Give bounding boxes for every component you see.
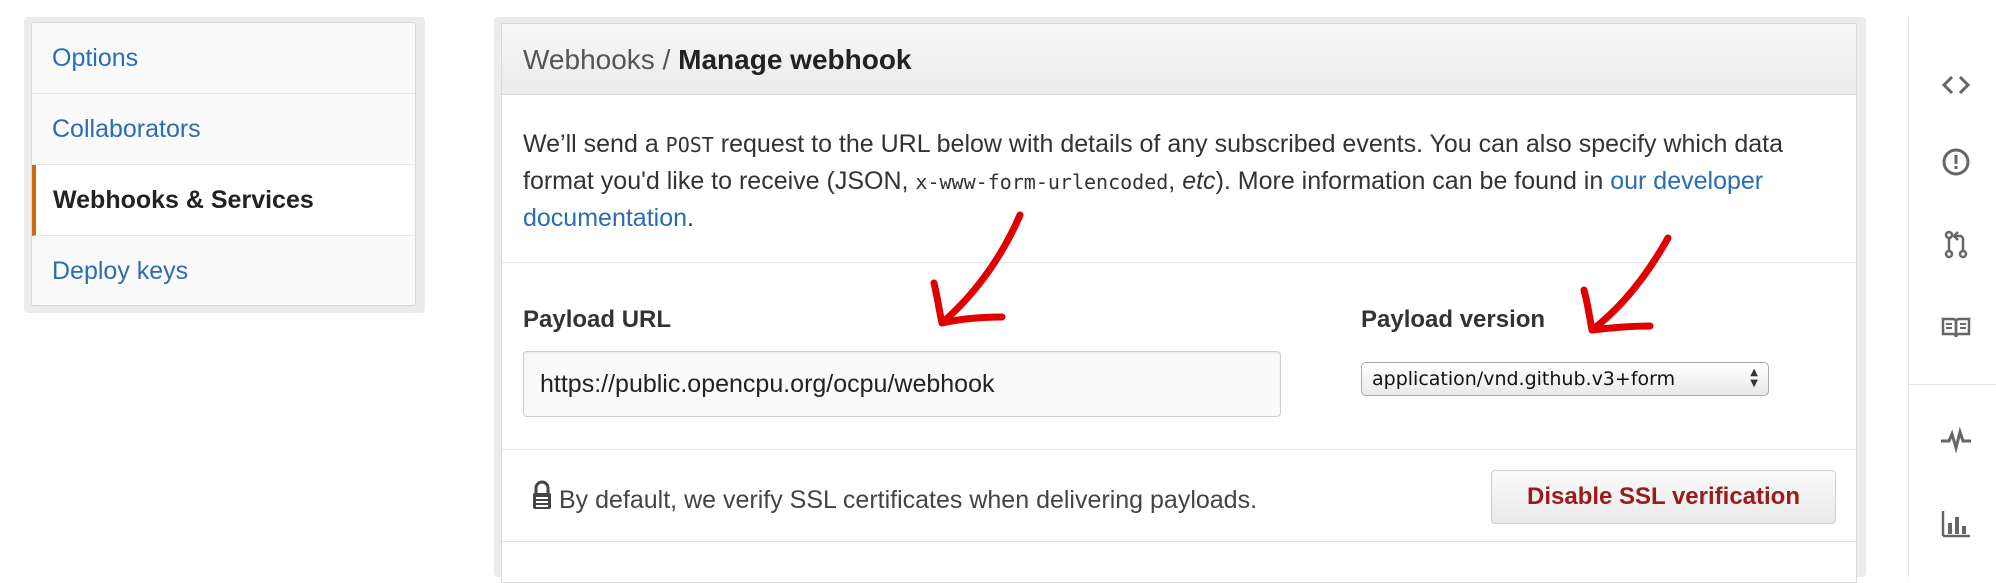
breadcrumb: Webhooks / Manage webhook bbox=[502, 24, 1856, 95]
intro-text-part: . bbox=[687, 204, 694, 232]
sidebar-item-collaborators[interactable]: Collaborators bbox=[32, 94, 415, 165]
payload-url-input[interactable] bbox=[523, 351, 1281, 417]
etc-text: etc bbox=[1182, 167, 1216, 195]
payload-version-label: Payload version bbox=[1361, 306, 1546, 333]
issue-icon[interactable] bbox=[1940, 146, 1972, 178]
webhook-panel: Webhooks / Manage webhook We’ll send a P… bbox=[501, 23, 1857, 583]
intro-text-part: ). More information can be found in bbox=[1215, 167, 1611, 195]
lock-icon bbox=[531, 480, 553, 522]
payload-version-select[interactable]: application/vnd.github.v3+form ▲ ▼ bbox=[1361, 362, 1769, 396]
payload-version-value: application/vnd.github.v3+form bbox=[1372, 368, 1676, 390]
ssl-info: By default, we verify SSL certificates w… bbox=[531, 480, 1257, 522]
settings-sidebar-frame: Options Collaborators Webhooks & Service… bbox=[24, 17, 425, 313]
page-title: Manage webhook bbox=[678, 44, 912, 75]
payload-url-label: Payload URL bbox=[523, 306, 672, 333]
rail-divider bbox=[1909, 384, 1996, 385]
webhook-panel-frame: Webhooks / Manage webhook We’ll send a P… bbox=[494, 17, 1866, 583]
section-divider bbox=[502, 449, 1856, 450]
select-arrows-icon: ▲ ▼ bbox=[1750, 367, 1758, 389]
intro-text-part: We’ll send a bbox=[523, 130, 666, 158]
sidebar-item-deploy-keys[interactable]: Deploy keys bbox=[32, 236, 415, 307]
breadcrumb-parent[interactable]: Webhooks bbox=[523, 44, 655, 75]
pull-request-icon[interactable] bbox=[1940, 228, 1972, 260]
section-divider bbox=[502, 541, 1856, 542]
breadcrumb-separator: / bbox=[654, 44, 679, 75]
wiki-icon[interactable] bbox=[1940, 311, 1972, 343]
settings-sidebar: Options Collaborators Webhooks & Service… bbox=[31, 22, 416, 306]
intro-text: We’ll send a POST request to the URL bel… bbox=[523, 126, 1833, 236]
repo-nav-rail bbox=[1908, 17, 1996, 577]
disable-ssl-button[interactable]: Disable SSL verification bbox=[1491, 470, 1836, 524]
sidebar-item-webhooks-services[interactable]: Webhooks & Services bbox=[32, 165, 415, 236]
section-divider bbox=[502, 262, 1856, 263]
intro-text-part: , bbox=[1168, 167, 1183, 195]
ssl-description: By default, we verify SSL certificates w… bbox=[559, 486, 1258, 514]
pulse-icon[interactable] bbox=[1940, 424, 1972, 456]
form-encoding-code: x-www-form-urlencoded bbox=[915, 170, 1169, 194]
graphs-icon[interactable] bbox=[1940, 507, 1972, 539]
code-icon[interactable] bbox=[1940, 69, 1972, 101]
post-code: POST bbox=[665, 133, 714, 157]
sidebar-item-options[interactable]: Options bbox=[32, 23, 415, 94]
